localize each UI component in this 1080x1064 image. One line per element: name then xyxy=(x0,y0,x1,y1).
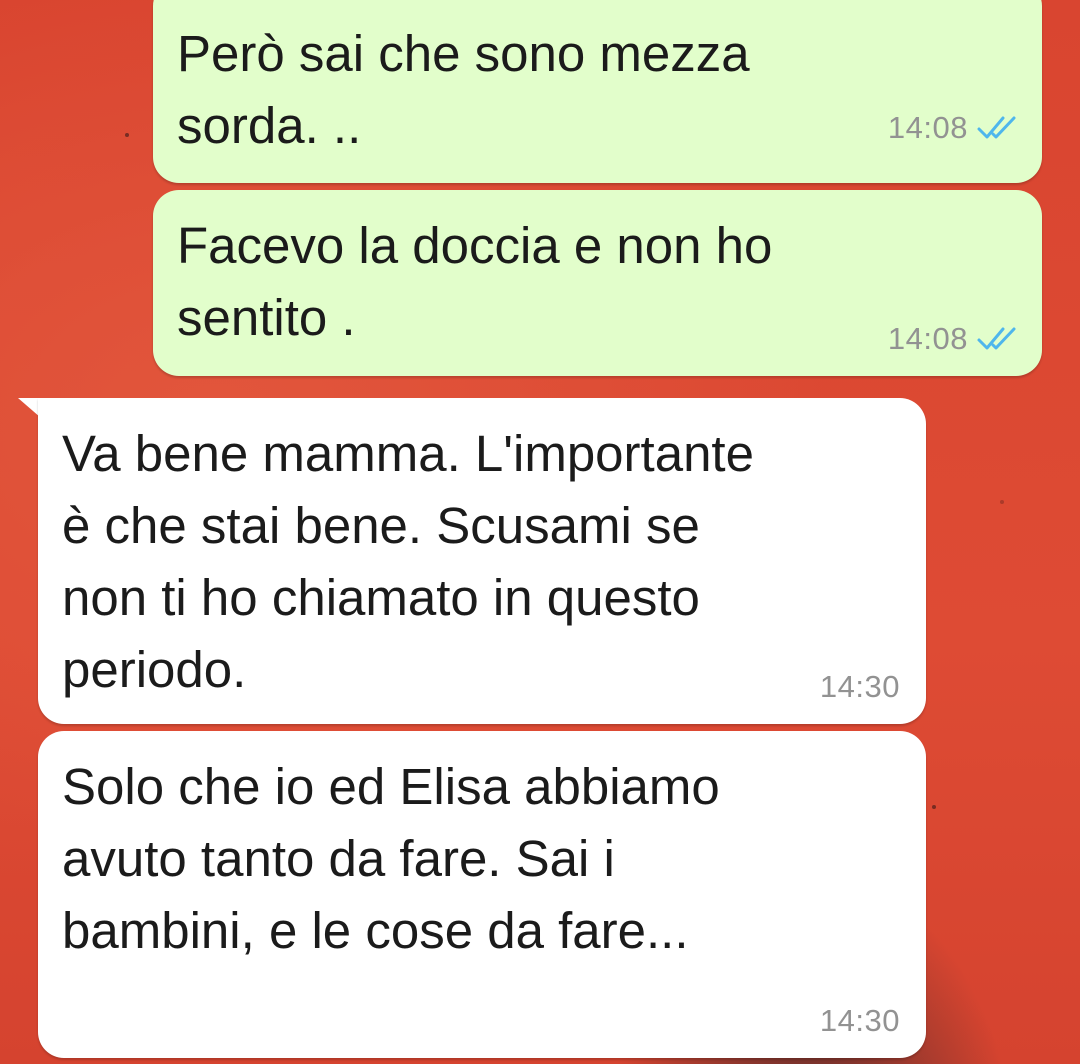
message-time: 14:30 xyxy=(819,669,900,704)
message-time: 14:08 xyxy=(887,110,968,145)
message-text: Facevo la doccia e non ho sentito . xyxy=(177,217,773,346)
wallpaper-speck xyxy=(1000,500,1004,504)
message-bubble-incoming[interactable]: Solo che io ed Elisa abbiamo avuto tanto… xyxy=(38,731,926,1058)
message-text: Va bene mamma. L'importante è che stai b… xyxy=(62,425,754,698)
wallpaper-speck xyxy=(125,133,129,137)
message-bubble-outgoing[interactable]: Però sai che sono mezza sorda. .. 14:08 xyxy=(153,0,1042,183)
message-bubble-incoming[interactable]: Va bene mamma. L'importante è che stai b… xyxy=(38,398,926,724)
message-meta: 14:08 xyxy=(888,110,1020,146)
double-check-icon xyxy=(976,115,1020,141)
message-meta: 14:30 xyxy=(820,669,900,705)
message-time: 14:30 xyxy=(819,1003,900,1038)
message-meta: 14:08 xyxy=(888,321,1020,357)
message-text: Però sai che sono mezza sorda. .. xyxy=(177,25,750,154)
message-bubble-outgoing[interactable]: Facevo la doccia e non ho sentito . 14:0… xyxy=(153,190,1042,376)
wallpaper-speck xyxy=(932,805,936,809)
double-check-icon xyxy=(976,326,1020,352)
message-text: Solo che io ed Elisa abbiamo avuto tanto… xyxy=(62,758,720,959)
message-meta: 14:30 xyxy=(820,1003,900,1039)
message-time: 14:08 xyxy=(887,321,968,356)
